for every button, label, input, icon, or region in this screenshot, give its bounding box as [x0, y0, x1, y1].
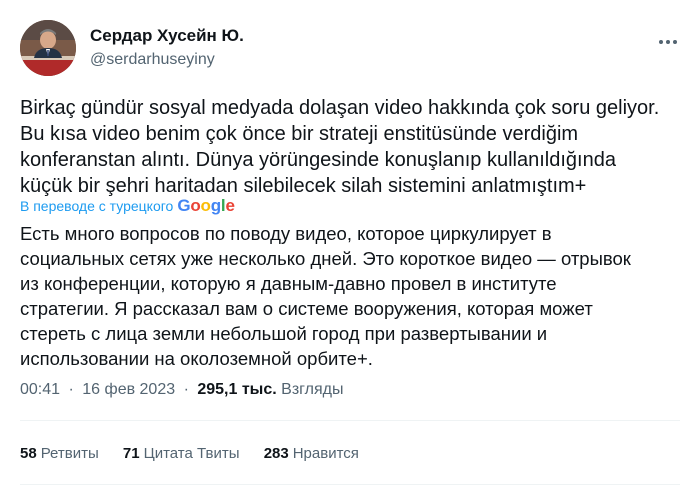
translated-line: Есть много вопросов по поводу видео, кот… [20, 223, 552, 244]
tweet-line: konferanstan alıntı. Dünya yörüngesinde … [20, 149, 616, 171]
tweet-meta: 00:41 · 16 фев 2023 · 295,1 тыс. Взгляды [20, 381, 343, 399]
likes-stat[interactable]: 283 Нравится [264, 445, 359, 462]
author-handle[interactable]: @serdarhuseyiny [90, 51, 215, 69]
tweet-translated-text: Есть много вопросов по поводу видео, кот… [20, 221, 690, 371]
views-label: Взгляды [281, 381, 344, 398]
translation-label: В переводе с турецкого [20, 198, 174, 214]
tweet-header: Сердар Хусейн Ю. @serdarhuseyiny [20, 20, 680, 80]
author-name[interactable]: Сердар Хусейн Ю. [90, 26, 244, 46]
more-horizontal-icon[interactable] [656, 30, 680, 54]
tweet-stats: 58 Ретвиты 71 Цитата Твиты 283 Нравится [20, 445, 379, 462]
retweets-stat[interactable]: 58 Ретвиты [20, 445, 99, 462]
quotes-stat[interactable]: 71 Цитата Твиты [123, 445, 240, 462]
user-avatar-photo-icon [20, 20, 76, 76]
translated-line: из конференции, которую я давным-давно п… [20, 273, 557, 294]
translated-line: стереть с лица земли небольшой город при… [20, 323, 548, 344]
tweet-time[interactable]: 00:41 [20, 381, 60, 398]
likes-label: Нравится [292, 445, 359, 462]
tweet-line: Bu kısa video benim çok önce bir stratej… [20, 123, 579, 145]
tweet-line: Birkaç gündür sosyal medyada dolaşan vid… [20, 97, 660, 119]
translated-line: стратегии. Я рассказал вам о системе воо… [20, 298, 593, 319]
google-logo: Google [177, 196, 235, 215]
meta-separator: · [183, 381, 189, 398]
likes-count: 283 [263, 445, 289, 462]
divider [20, 484, 680, 485]
translated-line: социальных сетях уже несколько дней. Это… [20, 248, 631, 269]
translation-link[interactable]: В переводе с турецкого Google [20, 196, 235, 216]
tweet-date[interactable]: 16 фев 2023 [82, 381, 175, 398]
quotes-label: Цитата Твиты [143, 445, 240, 462]
tweet-original-text: Birkaç gündür sosyal medyada dolaşan vid… [20, 95, 690, 199]
divider [20, 420, 680, 421]
meta-separator: · [68, 381, 74, 398]
translated-line: использовании на околоземной орбите+. [20, 348, 373, 369]
retweets-label: Ретвиты [40, 445, 99, 462]
retweets-count: 58 [20, 445, 37, 462]
quotes-count: 71 [122, 445, 140, 462]
avatar[interactable] [20, 20, 76, 76]
views-count[interactable]: 295,1 тыс. [197, 381, 276, 398]
tweet-card: Сердар Хусейн Ю. @serdarhuseyiny Birkaç … [0, 0, 700, 487]
